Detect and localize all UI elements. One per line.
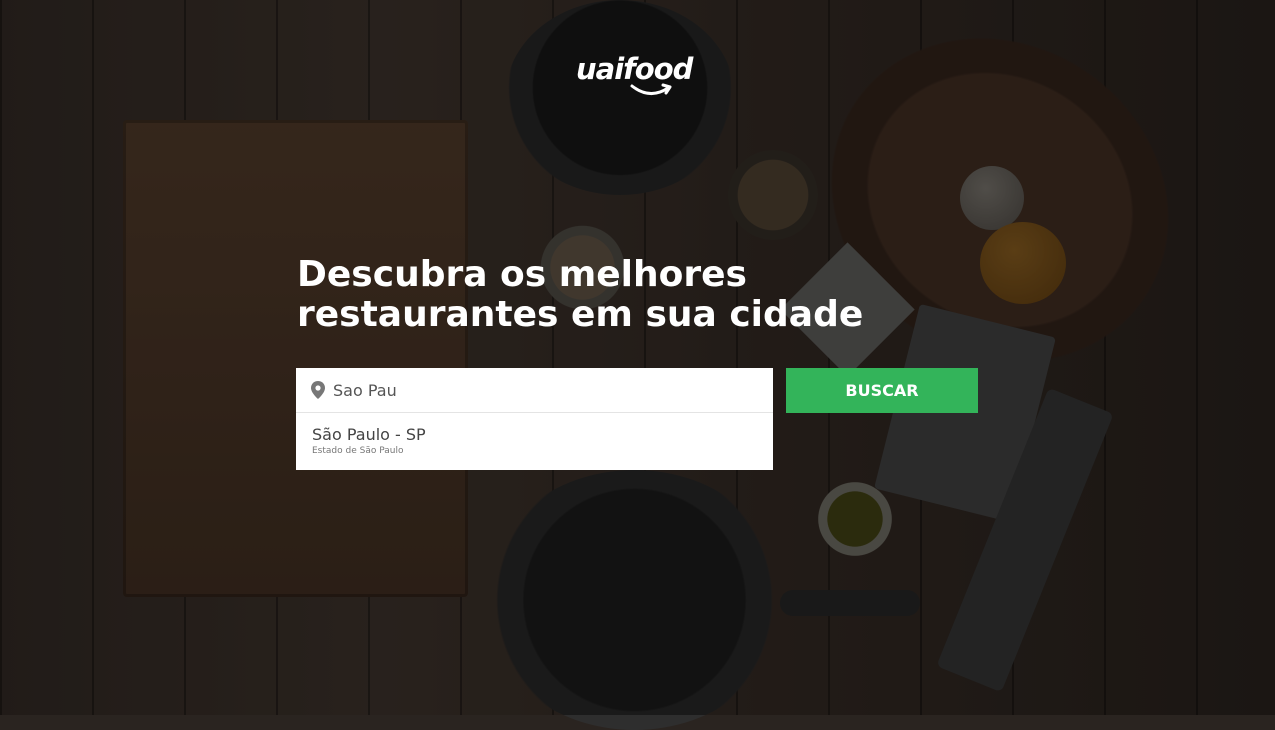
autocomplete-item[interactable]: São Paulo - SP Estado de São Paulo (296, 413, 773, 457)
hero-headline-line2: restaurantes em sua cidade (297, 294, 864, 335)
hero-headline: Descubra os melhores restaurantes em sua… (297, 255, 937, 335)
search-button[interactable]: BUSCAR (786, 368, 978, 413)
map-pin-icon (311, 381, 325, 399)
autocomplete-dropdown: São Paulo - SP Estado de São Paulo (296, 413, 773, 470)
autocomplete-item-subtitle: Estado de São Paulo (312, 446, 404, 456)
location-search-input[interactable] (333, 380, 753, 400)
brand-logo[interactable]: uaifood (576, 52, 700, 104)
smile-arrow-icon (630, 83, 672, 95)
location-search-box[interactable] (296, 368, 773, 413)
dark-overlay (0, 0, 1275, 715)
hero-headline-line1: Descubra os melhores (297, 254, 747, 295)
brand-logo-text: uaifood (576, 52, 693, 86)
autocomplete-item-title: São Paulo - SP (312, 425, 426, 444)
